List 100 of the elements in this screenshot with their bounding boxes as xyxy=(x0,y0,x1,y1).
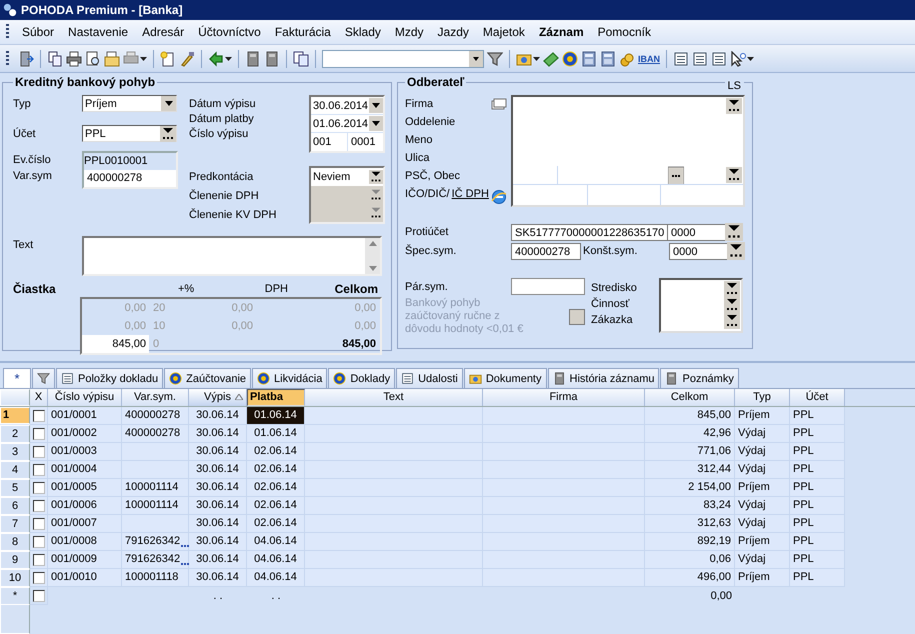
menu-item[interactable]: Pomocník xyxy=(590,25,658,39)
banknote-icon[interactable] xyxy=(543,50,559,66)
menu-item[interactable]: Fakturácia xyxy=(268,25,338,39)
table-row[interactable]: 7 001/0007 30.06.14 02.06.14 312,63 Výdaj PPL xyxy=(0,515,845,533)
caret-icon[interactable] xyxy=(140,56,147,60)
lookup-button[interactable] xyxy=(724,281,740,297)
tab[interactable]: Poznámky xyxy=(660,368,739,388)
document-icon[interactable] xyxy=(264,50,280,66)
date-field[interactable]: 01.06.2014 xyxy=(311,115,383,133)
column-header[interactable]: Platba xyxy=(247,389,305,406)
variable-symbol-field[interactable]: 400000278 xyxy=(84,170,176,187)
calculator-icon[interactable] xyxy=(581,50,597,66)
coin-icon[interactable] xyxy=(169,372,182,385)
caret-icon[interactable] xyxy=(747,56,754,60)
tab[interactable]: Položky dokladu xyxy=(56,368,164,388)
printer-icon[interactable] xyxy=(66,50,82,66)
dropdown-arrow-icon[interactable] xyxy=(164,101,172,106)
row-number[interactable]: 10 xyxy=(0,569,30,587)
coin-icon[interactable] xyxy=(257,372,270,385)
statement-number-field[interactable]: 0001 xyxy=(348,133,376,151)
address-box[interactable] xyxy=(511,95,745,207)
type-select[interactable]: Príjem xyxy=(82,95,177,112)
coin-icon[interactable] xyxy=(333,372,346,385)
lookup-button[interactable] xyxy=(726,98,742,114)
menu-item[interactable]: Adresár xyxy=(135,25,192,39)
column-header[interactable]: X xyxy=(30,389,48,406)
lookup-icon[interactable] xyxy=(369,169,383,185)
table-row[interactable]: 8 001/0008 791626342 30.06.14 04.06.14 892,19 Príjem PPL xyxy=(0,533,845,551)
back-arrow-icon[interactable] xyxy=(208,50,224,66)
date-field[interactable]: 30.06.2014 xyxy=(311,97,383,115)
column-header[interactable]: Účet xyxy=(790,389,845,406)
copy-icon[interactable] xyxy=(293,50,309,66)
menu-item[interactable]: Mzdy xyxy=(388,25,431,39)
checkbox[interactable] xyxy=(32,590,44,602)
checkbox[interactable] xyxy=(32,446,44,458)
tab[interactable]: Dokumenty xyxy=(464,368,546,388)
table-row[interactable]: 2 001/0002 400000278 30.06.14 01.06.14 42,96 Výdaj PPL xyxy=(0,425,845,443)
row-number[interactable]: 4 xyxy=(0,461,30,479)
checkbox[interactable] xyxy=(32,482,44,494)
dropdown-arrow-icon[interactable] xyxy=(472,54,480,62)
folder-icon[interactable] xyxy=(468,372,482,385)
table-row[interactable]: 1 001/0001 400000278 30.06.14 01.06.14 845,00 Príjem PPL xyxy=(0,407,845,425)
brush-icon[interactable] xyxy=(179,50,195,66)
document-icon[interactable] xyxy=(665,372,678,385)
column-header[interactable]: Typ xyxy=(735,389,790,406)
row-number[interactable]: 1 xyxy=(0,407,30,424)
table-row[interactable]: 3 001/0003 30.06.14 02.06.14 771,06 Výdaj PPL xyxy=(0,443,845,461)
menu-item[interactable]: Sklady xyxy=(338,25,388,39)
envelope-icon[interactable] xyxy=(104,50,120,66)
tab[interactable]: Likvidácia xyxy=(252,368,328,388)
checkbox[interactable] xyxy=(32,518,44,530)
lookup-button[interactable] xyxy=(725,223,743,241)
caret-icon[interactable] xyxy=(533,56,540,60)
row-number[interactable]: 5 xyxy=(0,479,30,497)
menu-item[interactable]: Súbor xyxy=(15,25,62,39)
list-icon[interactable] xyxy=(401,372,414,385)
checkbox[interactable] xyxy=(32,410,44,422)
vat-id-link[interactable]: IČ DPH xyxy=(452,185,489,203)
checkbox[interactable] xyxy=(32,464,44,476)
filter-icon[interactable] xyxy=(487,50,503,66)
table-row[interactable]: 6 001/0006 100001114 30.06.14 02.06.14 83,24 Výdaj PPL xyxy=(0,497,845,515)
tab[interactable]: Doklady xyxy=(328,368,396,388)
coin-icon[interactable] xyxy=(562,50,578,66)
calculator-icon[interactable] xyxy=(600,50,616,66)
bank-code-field[interactable]: 0000 xyxy=(667,224,725,240)
scroll-up-icon[interactable] xyxy=(368,241,376,246)
row-number[interactable]: 2 xyxy=(0,425,30,443)
tab[interactable]: * xyxy=(3,368,31,388)
coins-icon[interactable] xyxy=(619,50,635,66)
column-header[interactable]: Celkom xyxy=(645,389,735,406)
table-row[interactable]: 9 001/0009 791626342 30.06.14 04.06.14 0,06 Výdaj PPL xyxy=(0,551,845,569)
browser-icon[interactable] xyxy=(491,189,507,205)
help-icon[interactable] xyxy=(730,50,746,66)
amount-value[interactable]: 845,00 xyxy=(82,335,149,353)
lookup-icon[interactable] xyxy=(160,126,176,142)
lookup-button[interactable] xyxy=(724,297,740,313)
lookup-field[interactable]: Neviem xyxy=(311,168,383,186)
checkbox[interactable] xyxy=(32,536,44,548)
menu-item[interactable]: Jazdy xyxy=(430,25,476,39)
document-icon[interactable] xyxy=(552,372,566,385)
text-area[interactable] xyxy=(82,236,382,276)
tab[interactable]: Zaúčtovanie xyxy=(164,368,252,388)
table-row[interactable]: 10 001/0010 100001118 30.06.14 04.06.14 496,00 Príjem PPL xyxy=(0,569,845,587)
tab[interactable] xyxy=(32,368,55,388)
list-icon[interactable] xyxy=(673,50,689,66)
checkbox[interactable] xyxy=(32,428,44,440)
column-header[interactable]: Číslo výpisu xyxy=(48,389,122,406)
statement-series-field[interactable]: 001 xyxy=(311,133,348,151)
row-number[interactable]: 9 xyxy=(0,551,30,569)
print-preview-icon[interactable] xyxy=(85,50,101,66)
list-icon[interactable] xyxy=(61,372,74,385)
specific-symbol-field[interactable]: 400000278 xyxy=(511,242,581,260)
menu-item[interactable]: Záznam xyxy=(532,25,591,39)
more-button[interactable] xyxy=(668,166,684,184)
lookup-button[interactable] xyxy=(724,313,740,329)
list-icon[interactable] xyxy=(711,50,727,66)
menu-item[interactable]: Účtovníctvo xyxy=(191,25,268,39)
exit-door-icon[interactable] xyxy=(18,50,34,66)
lookup-button[interactable] xyxy=(726,167,742,183)
account-select[interactable]: PPL xyxy=(82,125,177,142)
